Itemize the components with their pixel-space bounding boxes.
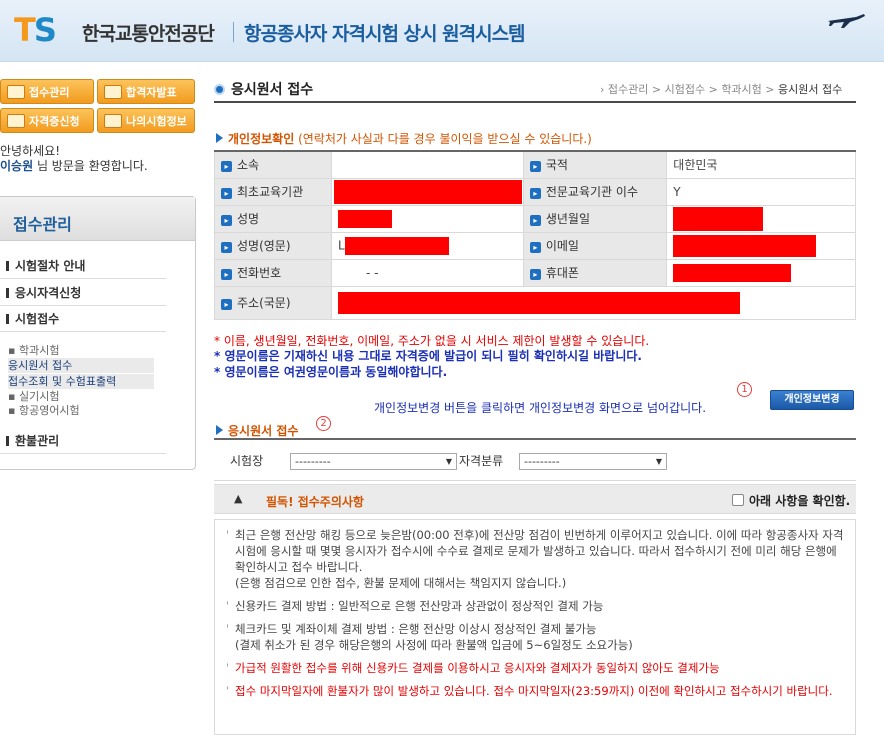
- sidebar-item-procedure[interactable]: 시험절차 안내: [0, 253, 166, 279]
- personal-info-table: 소속 국적 대한민국 최초교육기관 전문교육기관 이수 Y 성명 생년월일 성명…: [214, 150, 857, 320]
- license-icon: [7, 113, 25, 128]
- quick-button-results[interactable]: 합격자발표: [97, 79, 195, 104]
- arrow-icon: [216, 133, 223, 143]
- table-row: 성명 생년월일: [214, 204, 856, 233]
- redacted-block: [333, 179, 522, 204]
- sidebar-title: 접수관리: [0, 197, 195, 241]
- table-row: 주소(국문): [214, 285, 857, 320]
- chevron-down-icon: ▼: [445, 457, 452, 466]
- notice-paragraph: 접수 마지막일자에 환불자가 많이 발생하고 있습니다. 접수 마지막일자(23…: [226, 683, 845, 699]
- exam-site-label: 시험장: [230, 454, 264, 468]
- sidebar-sub-english[interactable]: ▪ 항공영어시험: [8, 403, 80, 418]
- my-exam-icon: [104, 113, 122, 128]
- quick-button-license[interactable]: 자격증신청: [0, 108, 94, 133]
- org-name: 한국교통안전공단: [82, 23, 215, 45]
- warning-english-name: * 영문이름은 기재하신 내용 그대로 자격증에 발급이 되니 필히 확인하시길…: [214, 349, 642, 363]
- redacted-block: [344, 236, 449, 255]
- notice-paragraph: 신용카드 결제 방법 : 일반적으로 은행 전산망과 상관없이 정상적인 결제 …: [226, 598, 845, 614]
- header-divider: [233, 22, 234, 42]
- chevron-down-icon: ▼: [655, 457, 662, 466]
- application-heading: 응시원서 접수: [216, 422, 298, 439]
- marker-1: 1: [737, 382, 752, 397]
- arrow-icon: [216, 425, 223, 435]
- redacted-block: [673, 206, 764, 231]
- sidebar-item-refund[interactable]: 환불관리: [0, 428, 166, 454]
- redacted-block: [673, 263, 792, 282]
- application-selectors: 시험장 --------- ▼ 자격분류 --------- ▼: [214, 438, 856, 481]
- notice-paragraph: 가급적 원활한 접수를 위해 신용카드 결제를 이용하시고 응시자와 결제자가 …: [226, 660, 845, 676]
- marker-2: 2: [316, 416, 331, 431]
- sidebar-item-eligibility[interactable]: 응시자격신청: [0, 280, 166, 306]
- notice-title: 필독! 접수주의사항: [266, 495, 364, 509]
- site-header: TS 한국교통안전공단 항공종사자 자격시험 상시 원격시스템: [0, 0, 884, 62]
- qualification-label: 자격분류: [459, 454, 504, 468]
- title-bullet-icon: [214, 84, 225, 95]
- results-icon: [104, 84, 122, 99]
- quick-button-application[interactable]: 접수관리: [0, 79, 94, 104]
- warning-service-limit: * 이름, 생년월일, 전화번호, 이메일, 주소가 없을 시 서비스 제한이 …: [214, 334, 650, 348]
- notice-paragraph: 체크카드 및 계좌이체 결제 방법 : 은행 전산망 이상시 정상적인 결제 불…: [226, 621, 845, 653]
- redacted-block: [337, 291, 740, 314]
- sidebar-sub-written[interactable]: ▪ 학과시험: [8, 343, 59, 358]
- breadcrumb: › 접수관리 > 시험접수 > 학과시험 > 응시원서 접수: [600, 83, 843, 96]
- sidebar-sub-practical[interactable]: ▪ 실기시험: [8, 389, 59, 404]
- ts-logo[interactable]: TS: [14, 12, 57, 48]
- notice-paragraph: 최근 은행 전산망 해킹 등으로 늦은밤(00:00 전후)에 전산망 점검이 …: [226, 527, 845, 591]
- system-name: 항공종사자 자격시험 상시 원격시스템: [244, 23, 526, 45]
- redacted-block: [337, 209, 392, 228]
- qualification-select[interactable]: --------- ▼: [519, 453, 667, 470]
- personal-info-heading: 개인정보확인 (연락처가 사실과 다를 경우 불이익을 받으실 수 있습니다.): [216, 130, 592, 147]
- sidebar-item-exam-application[interactable]: 시험접수: [0, 306, 166, 332]
- redacted-block: [673, 234, 817, 257]
- airplane-icon: [828, 14, 865, 28]
- change-personal-info-button[interactable]: 개인정보변경: [770, 390, 854, 410]
- notice-header: ▲ 필독! 접수주의사항 아래 사항을 확인함.: [214, 484, 856, 514]
- notice-content: 최근 은행 전산망 해킹 등으로 늦은밤(00:00 전후)에 전산망 점검이 …: [214, 519, 856, 735]
- table-row: 소속 국적 대한민국: [214, 150, 856, 179]
- confirm-label[interactable]: 아래 사항을 확인함.: [749, 492, 850, 509]
- bell-icon: ▲: [234, 492, 243, 505]
- welcome-message: 안녕하세요! 이승원 님 방문을 환영합니다.: [0, 144, 148, 173]
- table-row: 전화번호 - - 휴대폰: [214, 258, 856, 287]
- confirm-checkbox[interactable]: [732, 494, 744, 506]
- table-row: 성명(영문) L 이메일: [214, 231, 856, 260]
- table-row: 최초교육기관 전문교육기관 이수 Y: [214, 177, 856, 206]
- sidebar-sub-apply[interactable]: 응시원서 접수: [8, 358, 154, 373]
- sidebar-sub-inquiry[interactable]: 접수조회 및 수험표출력: [8, 374, 154, 389]
- title-divider: [214, 101, 856, 103]
- quick-button-my-exam[interactable]: 나의시험정보: [97, 108, 195, 133]
- exam-site-select[interactable]: --------- ▼: [290, 453, 457, 470]
- change-info-guide: 개인정보변경 버튼을 클릭하면 개인정보변경 화면으로 넘어갑니다.: [374, 401, 707, 415]
- user-name: 이승원: [0, 159, 34, 173]
- warning-passport-name: * 영문이름은 여권영문이름과 동일해야합니다.: [214, 365, 448, 379]
- page-title: 응시원서 접수: [214, 79, 313, 99]
- application-icon: [7, 84, 25, 99]
